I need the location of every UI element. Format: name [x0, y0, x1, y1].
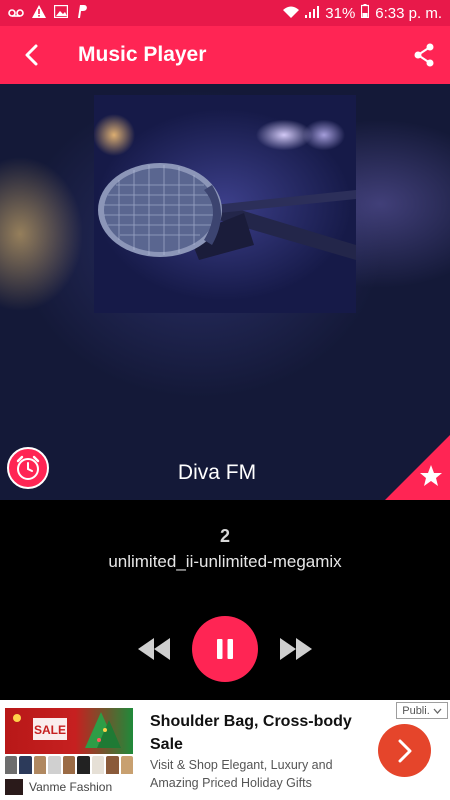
ad-product-strip	[5, 756, 133, 774]
rewind-icon	[138, 638, 170, 660]
clock-time: 6:33 p. m.	[375, 4, 442, 22]
brand-name: Vanme Fashion	[29, 780, 113, 794]
track-title: unlimited_ii-unlimited-megamix	[108, 552, 342, 571]
battery-icon	[361, 4, 370, 22]
image-icon	[53, 4, 69, 21]
paypal-icon	[76, 5, 88, 21]
playback-controls	[0, 616, 450, 682]
chevron-down-icon	[433, 708, 442, 714]
page-title: Music Player	[78, 43, 207, 66]
share-button[interactable]	[398, 26, 450, 84]
brand-logo-icon	[5, 779, 23, 795]
battery-percent: 31%	[325, 4, 356, 22]
ad-banner[interactable]: SALE Vanme Fashion Publi. Shoulder Bag, …	[0, 700, 450, 800]
ad-choices-badge[interactable]: Publi.	[396, 702, 448, 719]
now-playing-hero: Diva FM	[0, 84, 450, 500]
player-panel: 2 unlimited_ii-unlimited-megamix	[0, 500, 450, 700]
ad-image-text: SALE	[34, 723, 66, 737]
track-number: 2	[219, 526, 230, 546]
status-bar: 31% 6:33 p. m.	[0, 0, 450, 26]
back-arrow-icon	[25, 44, 38, 66]
ad-cta-button[interactable]	[378, 724, 431, 777]
album-art	[94, 95, 356, 313]
voicemail-icon	[8, 6, 24, 21]
ad-brand: Vanme Fashion	[5, 779, 112, 795]
fast-forward-icon	[280, 638, 312, 660]
back-button[interactable]	[0, 26, 62, 84]
warning-icon	[32, 5, 46, 21]
station-name: Diva FM	[177, 461, 257, 484]
pause-icon	[217, 639, 233, 659]
signal-icon	[305, 5, 320, 22]
wifi-icon	[283, 5, 300, 22]
chevron-right-icon	[398, 739, 411, 762]
ad-image[interactable]: SALE	[5, 708, 133, 754]
ad-title[interactable]: Shoulder Bag, Cross-body Sale	[150, 710, 370, 756]
pause-button[interactable]	[192, 616, 258, 682]
fast-forward-button[interactable]	[278, 636, 314, 662]
app-bar: Music Player	[0, 26, 450, 84]
rewind-button[interactable]	[136, 636, 172, 662]
ad-description: Visit & Shop Elegant, Luxury and Amazing…	[150, 758, 333, 790]
favorite-button[interactable]	[385, 435, 450, 500]
ad-badge-label: Publi.	[402, 704, 430, 717]
share-icon	[414, 43, 434, 67]
